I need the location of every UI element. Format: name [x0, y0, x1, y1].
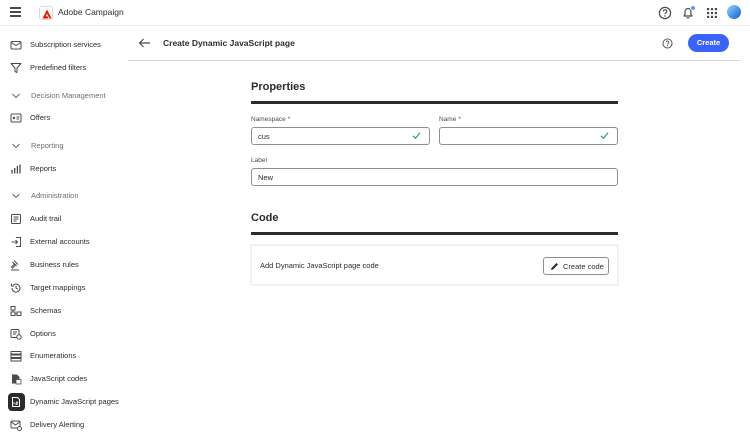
sidebar-item-label: Enumerations [30, 351, 77, 360]
name-input[interactable] [439, 127, 618, 145]
sidebar-item-javascript-codes[interactable]: JavaScript codes [6, 369, 124, 389]
sidebar-item-schemas[interactable]: Schemas [6, 301, 124, 321]
sidebar-section-label: Decision Management [31, 91, 106, 100]
name-label: Name * [439, 116, 461, 123]
sidebar-item-label: JavaScript codes [30, 374, 88, 383]
chevron-down-icon [12, 193, 20, 199]
properties-divider [251, 101, 618, 104]
sidebar-item-predefined-filters[interactable]: Predefined filters [6, 58, 124, 78]
code-divider [251, 232, 618, 235]
back-arrow-icon[interactable] [138, 37, 151, 49]
user-avatar[interactable] [727, 5, 741, 19]
sidebar-item-business-rules[interactable]: Business rules [6, 255, 124, 275]
sidebar-section-label: Reporting [31, 141, 64, 150]
name-label-text: Name [439, 116, 457, 123]
sidebar-section-decision-management[interactable]: Decision Management [6, 87, 124, 105]
checkmark-icon [600, 132, 609, 140]
sidebar-item-dynamic-javascript-pages[interactable]: Dynamic JavaScript pages [6, 392, 124, 412]
delivery-alert-icon [10, 420, 22, 431]
create-code-label: Create code [563, 262, 604, 271]
create-button[interactable]: Create [688, 34, 729, 52]
options-icon [10, 329, 22, 340]
top-bar: Adobe Campaign [0, 0, 750, 26]
sidebar-section-reporting[interactable]: Reporting [6, 137, 124, 155]
code-heading: Code [251, 212, 279, 224]
hamburger-menu-icon[interactable] [10, 7, 21, 17]
sidebar-item-label: Reports [30, 164, 57, 173]
label-input[interactable] [251, 168, 618, 186]
envelope-check-icon [10, 41, 22, 50]
sidebar-item-target-mappings[interactable]: Target mappings [6, 278, 124, 298]
list-icon [10, 351, 22, 362]
properties-heading: Properties [251, 81, 306, 93]
checkmark-icon [412, 132, 421, 140]
sidebar-item-label: External accounts [30, 237, 90, 246]
filter-icon [10, 63, 22, 73]
sidebar-item-offers[interactable]: Offers [6, 108, 124, 128]
offer-icon [10, 113, 22, 123]
page-title: Create Dynamic JavaScript page [163, 38, 295, 48]
sidebar-item-label: Business rules [30, 260, 79, 269]
bar-chart-icon [11, 164, 21, 174]
schema-icon [10, 306, 22, 316]
sidebar-item-external-accounts[interactable]: External accounts [6, 232, 124, 252]
gavel-icon [10, 260, 19, 271]
code-description: Add Dynamic JavaScript page code [260, 261, 379, 270]
sidebar-item-label: Schemas [30, 306, 62, 315]
adobe-logo-icon[interactable] [39, 6, 53, 20]
app-title[interactable]: Adobe Campaign [58, 7, 124, 17]
namespace-label: Namespace * [251, 116, 290, 123]
sidebar: Subscription services Predefined filters… [0, 26, 127, 440]
sidebar-item-options[interactable]: Options [6, 324, 124, 344]
sidebar-item-label: Dynamic JavaScript pages [30, 397, 119, 406]
js-code-icon [12, 374, 22, 385]
sidebar-item-label: Audit trail [30, 214, 62, 223]
create-code-button[interactable]: Create code [543, 257, 609, 275]
history-icon [11, 283, 21, 293]
sidebar-item-label: Offers [30, 113, 51, 122]
sidebar-item-delivery-alerting[interactable]: Delivery Alerting [6, 415, 124, 435]
help-icon[interactable] [658, 6, 672, 20]
js-page-icon [12, 397, 20, 407]
apps-grid-icon[interactable] [705, 6, 719, 20]
label-field-label: Label [251, 157, 267, 164]
notification-badge [690, 5, 696, 11]
header-divider [128, 60, 740, 61]
sidebar-item-subscription-services[interactable]: Subscription services [6, 35, 124, 55]
sidebar-item-label: Predefined filters [30, 63, 87, 72]
sidebar-item-label: Delivery Alerting [30, 420, 85, 429]
sidebar-section-administration[interactable]: Administration [6, 187, 124, 205]
required-asterisk: * [458, 116, 461, 123]
sidebar-item-enumerations[interactable]: Enumerations [6, 346, 124, 366]
audit-trail-icon [11, 214, 21, 224]
sidebar-section-label: Administration [31, 191, 79, 200]
chevron-down-icon [12, 143, 20, 149]
sidebar-item-reports[interactable]: Reports [6, 159, 124, 179]
login-icon [11, 237, 21, 247]
chevron-down-icon [12, 93, 20, 99]
help-icon[interactable] [662, 38, 673, 49]
sidebar-item-label: Target mappings [30, 283, 86, 292]
required-asterisk: * [287, 116, 291, 123]
sidebar-item-label: Subscription services [30, 40, 101, 49]
namespace-label-text: Namespace [251, 116, 286, 123]
sidebar-item-label: Options [30, 329, 56, 338]
sidebar-item-audit-trail[interactable]: Audit trail [6, 209, 124, 229]
pencil-icon [551, 263, 558, 270]
namespace-input[interactable] [251, 127, 430, 145]
